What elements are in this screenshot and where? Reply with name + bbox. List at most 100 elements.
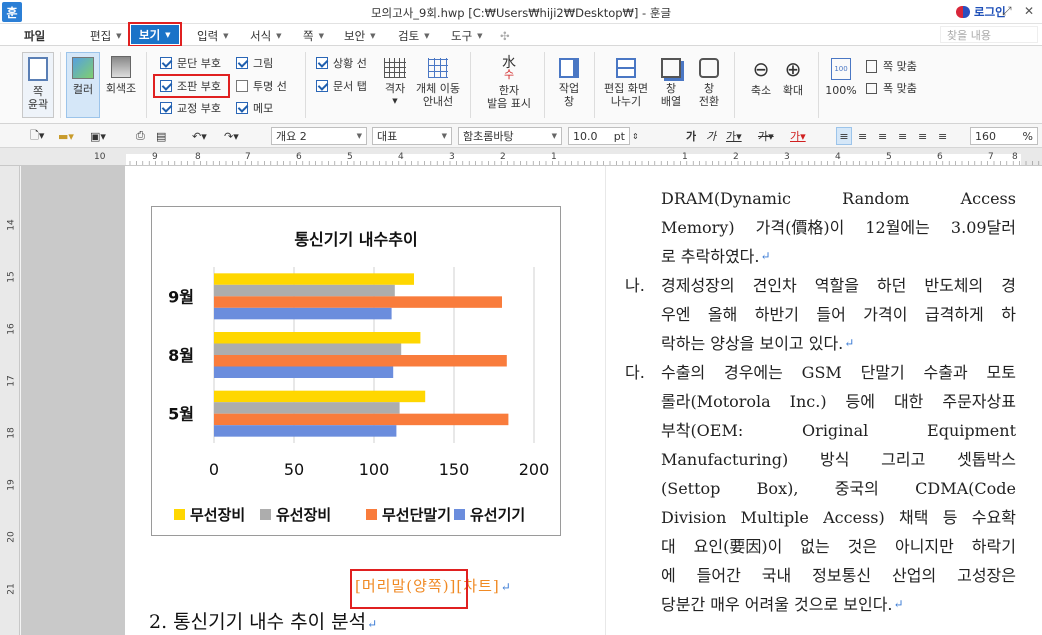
arrange-window-button[interactable]: 창 배열 [655, 58, 687, 108]
switch-window-button[interactable]: 창 전환 [693, 58, 725, 108]
ruler-number: 6 [937, 152, 943, 162]
ruler-number: 18 [6, 427, 17, 439]
checkbox[interactable] [236, 80, 248, 92]
search-input[interactable]: 찾을 내용 [940, 26, 1038, 43]
align-distribute-icon[interactable]: ≡ [918, 127, 927, 145]
fit-width-button[interactable]: 폭 맞춤 [866, 80, 917, 96]
zoom-out-button[interactable]: ⊖ 축소 [746, 58, 776, 97]
undo-icon[interactable]: ↶▾ [192, 127, 207, 145]
legend-label: 유선장비 [276, 506, 331, 524]
check-status-line[interactable]: 상황 선 [316, 55, 367, 71]
zoom-out-icon: ⊖ [752, 57, 770, 81]
document-page[interactable]: 통신기기 내수추이 0 50 100 150 200 9월 8월 5월 무선장비 유선장비 무선단말기… [125, 166, 1042, 635]
color-view-button[interactable]: 컬러 [66, 52, 100, 118]
ruler-number: 6 [296, 152, 302, 162]
extension-icon[interactable]: ✣ [500, 27, 510, 45]
font-size-input[interactable]: 10.0 pt [568, 127, 630, 145]
check-correction-marks[interactable]: 교정 부호 [160, 100, 221, 116]
ruler-number: 19 [6, 479, 17, 491]
italic-icon[interactable]: 가 [706, 127, 716, 145]
text-line: 에 들어간 국내 정보통신 산업의 고성장은 [661, 566, 1016, 585]
text-line: 대 요인(要因)이 없는 것은 아니지만 하락기 [661, 537, 1016, 556]
print-icon[interactable]: ⎙ [136, 127, 145, 145]
menu-insert[interactable]: 입력 ▼ [197, 27, 229, 45]
bar [214, 390, 426, 403]
close-icon[interactable]: ✕ [1024, 4, 1034, 18]
horizontal-ruler[interactable]: 10 9 8 7 6 5 4 3 2 1 1 2 3 4 5 6 7 8 [0, 148, 1042, 166]
redo-icon[interactable]: ↷▾ [224, 127, 239, 145]
check-transparent-line[interactable]: 투명 선 [236, 78, 287, 94]
align-left-icon[interactable]: ≡ [858, 127, 867, 145]
bar [214, 296, 502, 308]
chart-object[interactable]: 통신기기 내수추이 0 50 100 150 200 9월 8월 5월 무선장비 유선장비 무선단말기… [151, 206, 561, 536]
style-select[interactable]: 개요 2 ▼ [271, 127, 367, 145]
checkbox[interactable] [316, 80, 328, 92]
underline-icon[interactable]: 가▾ [726, 127, 742, 145]
x-tick-label: 0 [209, 460, 219, 479]
menu-page[interactable]: 쪽 ▼ [303, 27, 324, 45]
work-window-button[interactable]: 작업 창 [552, 58, 586, 108]
window-title: 모의고사_9회.hwp [C:₩Users₩hiji2₩Desktop₩] - … [370, 6, 672, 20]
list-marker: 나. [625, 276, 645, 295]
hanja-icon: 水수 [502, 55, 516, 81]
menu-security[interactable]: 보안 ▼ [344, 27, 376, 45]
checkbox[interactable] [236, 57, 248, 69]
page-outline-button[interactable]: 쪽 윤곽 [22, 52, 54, 118]
grayscale-button[interactable]: 회색조 [104, 56, 138, 95]
save-icon[interactable]: ▣▾ [90, 127, 106, 145]
legend-label: 무선장비 [190, 506, 245, 524]
checkbox[interactable] [160, 57, 172, 69]
check-paragraph-marks[interactable]: 문단 부호 [160, 55, 221, 71]
restore-icon[interactable]: ⤢ [1002, 4, 1012, 19]
ruler-number: 17 [6, 375, 17, 387]
menu-edit[interactable]: 편집 ▼ [90, 27, 122, 45]
text-line: 롤라(Motorola Inc.) 등에 대한 주문자상표 [661, 392, 1016, 411]
check-memo[interactable]: 메모 [236, 100, 273, 116]
checkbox[interactable] [316, 57, 328, 69]
zoom-100-button[interactable]: 100 100% [824, 58, 858, 97]
vertical-ruler[interactable]: 14 15 16 17 18 19 20 21 [0, 166, 20, 635]
text-line: 경제성장의 견인차 역할을 하던 반도체의 경 [661, 276, 1016, 295]
new-doc-icon[interactable]: 🗋▾ [30, 127, 44, 145]
menu-tools[interactable]: 도구 ▼ [451, 27, 483, 45]
text-line: 로 추락하였다. ↵ [661, 247, 771, 266]
grid-button[interactable]: 격자 ▼ [378, 58, 412, 108]
checkbox[interactable] [160, 102, 172, 114]
menu-bar: 파일 편집 ▼ 보기 ▼ 입력 ▼ 서식 ▼ 쪽 ▼ 보안 ▼ 검토 ▼ 도구 ▼ ✣ 찾을 내… [0, 22, 1042, 47]
fit-page-icon [866, 59, 877, 73]
menu-view[interactable]: 보기 ▼ [128, 22, 182, 47]
zoom-in-button[interactable]: ⊕ 확대 [778, 58, 808, 97]
split-screen-button[interactable]: 편집 화면 나누기 [600, 58, 652, 108]
open-icon[interactable]: ▬▾ [58, 127, 74, 145]
windows-icon [661, 58, 681, 78]
zoom-input[interactable]: 160% [970, 127, 1038, 145]
menu-file[interactable]: 파일 [24, 27, 45, 45]
ruler-number: 2 [500, 152, 506, 162]
menu-review[interactable]: 검토 ▼ [398, 27, 430, 45]
checkbox[interactable] [236, 102, 248, 114]
align-right-icon[interactable]: ≡ [898, 127, 907, 145]
ruler-number: 21 [6, 583, 17, 595]
object-guide-button[interactable]: 개체 이동 안내선 [413, 58, 463, 108]
font-color-icon[interactable]: 가▾ [790, 127, 806, 145]
bold-icon[interactable]: 가 [686, 127, 696, 145]
font-size-stepper[interactable]: ⇕ [632, 127, 639, 145]
user-icon [956, 6, 970, 18]
text-line: Division Multiple Access) 채택 등 수요확 [661, 508, 1016, 527]
check-doc-tab[interactable]: 문서 탭 [316, 78, 367, 94]
switch-icon [699, 58, 719, 78]
preview-icon[interactable]: ▤ [156, 127, 166, 145]
document-area[interactable]: 통신기기 내수추이 0 50 100 150 200 9월 8월 5월 무선장비 유선장비 무선단말기… [21, 166, 1042, 635]
menu-format[interactable]: 서식 ▼ [250, 27, 282, 45]
align-justify-icon[interactable]: ≡ [836, 127, 852, 145]
strikethrough-icon[interactable]: 가▾ [758, 127, 774, 145]
font-lang-select[interactable]: 대표 ▼ [372, 127, 452, 145]
align-center-icon[interactable]: ≡ [878, 127, 887, 145]
check-picture[interactable]: 그림 [236, 55, 273, 71]
text-line: DRAM(Dynamic Random Access [661, 189, 1016, 208]
login-button[interactable]: 로그인 [956, 4, 1006, 20]
hanja-button[interactable]: 水수 한자 발음 표시 [480, 55, 538, 110]
fit-page-button[interactable]: 쪽 맞춤 [866, 58, 917, 74]
font-name-select[interactable]: 함초롬바탕 ▼ [458, 127, 562, 145]
align-divide-icon[interactable]: ≡ [938, 127, 947, 145]
